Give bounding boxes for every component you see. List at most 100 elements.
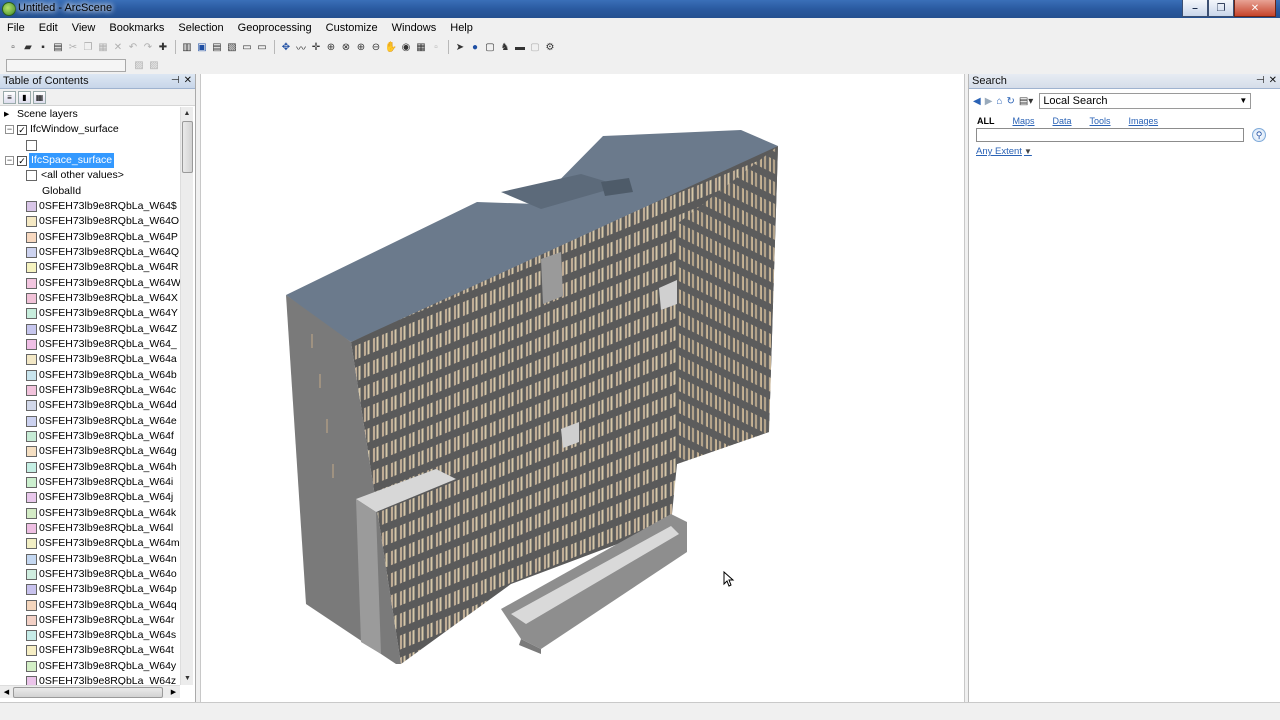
tab-tools[interactable]: Tools (1090, 116, 1111, 126)
set-observer-icon[interactable]: ⊗ (339, 40, 353, 54)
symbol-class-row[interactable]: 0SFEH73lb9e8RQbLa_W64n (0, 552, 180, 567)
symbol-swatch[interactable] (26, 522, 37, 534)
symbol-swatch[interactable] (26, 216, 37, 228)
copy-icon[interactable]: ❐ (81, 40, 95, 54)
symbol-swatch[interactable] (26, 200, 37, 212)
symbol-swatch[interactable] (26, 415, 37, 427)
menu-edit[interactable]: Edit (32, 19, 65, 38)
symbol-class-row[interactable]: 0SFEH73lb9e8RQbLa_W64q (0, 598, 180, 613)
forward-icon[interactable]: ▶ (985, 96, 993, 107)
symbol-class-row[interactable]: 0SFEH73lb9e8RQbLa_W64a (0, 352, 180, 367)
search-icon[interactable]: ⚲ (1252, 128, 1266, 142)
select-features-icon[interactable]: ▦ (414, 40, 428, 54)
save-icon[interactable]: ▪ (36, 40, 50, 54)
refresh-icon[interactable]: ↻ (1006, 96, 1014, 107)
close-button[interactable]: ✕ (1234, 0, 1276, 17)
symbol-class-row[interactable]: 0SFEH73lb9e8RQbLa_W64R (0, 260, 180, 275)
scene-properties-icon[interactable]: ⚙ (543, 40, 557, 54)
symbol-swatch[interactable] (26, 400, 37, 412)
symbol-swatch[interactable] (26, 676, 37, 685)
symbol-swatch[interactable] (26, 170, 37, 182)
pan-icon[interactable]: ✋ (384, 40, 398, 54)
symbol-class-row[interactable]: 0SFEH73lb9e8RQbLa_W64Q (0, 245, 180, 260)
symbol-swatch[interactable] (26, 660, 37, 672)
menu-bookmarks[interactable]: Bookmarks (102, 19, 171, 38)
symbol-class-row[interactable]: 0SFEH73lb9e8RQbLa_W64l (0, 521, 180, 536)
options-icon[interactable]: ▦ (33, 90, 46, 104)
scroll-thumb[interactable] (13, 687, 163, 698)
select-elements-icon[interactable]: ➤ (453, 40, 467, 54)
menu-geoprocessing[interactable]: Geoprocessing (231, 19, 319, 38)
symbol-swatch[interactable] (26, 476, 37, 488)
symbol-swatch[interactable] (26, 323, 37, 335)
symbol-class-row[interactable]: 0SFEH73lb9e8RQbLa_W64f (0, 429, 180, 444)
arcscene-app-icon[interactable] (2, 2, 16, 16)
pin-icon[interactable]: ⊣ (171, 75, 180, 86)
clear-selection-icon[interactable]: ▫ (429, 40, 443, 54)
symbol-class-row[interactable]: 0SFEH73lb9e8RQbLa_W64$ (0, 199, 180, 214)
symbol-swatch[interactable] (26, 614, 37, 626)
scroll-down-icon[interactable]: ▼ (181, 672, 194, 685)
symbol-swatch[interactable] (26, 277, 37, 289)
open-icon[interactable]: ▰ (21, 40, 35, 54)
animation-icon[interactable]: ▢ (528, 40, 542, 54)
symbol-class-row[interactable]: 0SFEH73lb9e8RQbLa_W64m (0, 536, 180, 551)
close-icon[interactable]: ✕ (184, 75, 192, 86)
symbol-swatch[interactable] (26, 507, 37, 519)
home-icon[interactable]: ⌂ (996, 96, 1002, 107)
symbol-class-row[interactable]: 0SFEH73lb9e8RQbLa_W64s (0, 628, 180, 643)
layer-visibility-checkbox[interactable]: ✓ (17, 155, 27, 166)
navigate-icon[interactable]: ✥ (279, 40, 293, 54)
list-by-drawing-order-icon[interactable]: ≡ (3, 90, 16, 104)
symbol-class-row[interactable]: 0SFEH73lb9e8RQbLa_W64_ (0, 337, 180, 352)
search-input[interactable] (976, 128, 1244, 142)
symbol-class-row[interactable]: 0SFEH73lb9e8RQbLa_W64O (0, 214, 180, 229)
symbol-class-row[interactable]: 0SFEH73lb9e8RQbLa_W64g (0, 444, 180, 459)
print-icon[interactable]: ▤ (51, 40, 65, 54)
symbol-swatch[interactable] (26, 139, 37, 151)
fly-icon[interactable]: 〰 (294, 40, 308, 55)
cut-icon[interactable]: ✂ (66, 40, 80, 54)
menu-file[interactable]: File (0, 19, 32, 38)
symbol-class-row[interactable]: 0SFEH73lb9e8RQbLa_W64y (0, 659, 180, 674)
scroll-up-icon[interactable]: ▲ (181, 107, 193, 120)
identify-icon[interactable]: ● (468, 40, 482, 54)
expand-icon[interactable]: − (5, 155, 14, 165)
zoom-in-icon[interactable]: ⊕ (354, 40, 368, 54)
symbol-swatch[interactable] (26, 354, 37, 366)
scene-layers-group[interactable]: ▸ Scene layers (0, 107, 180, 122)
symbol-class-row[interactable]: 0SFEH73lb9e8RQbLa_W64c (0, 383, 180, 398)
search-scope-select[interactable]: Local Search ▼ (1039, 93, 1252, 109)
expand-icon[interactable]: − (5, 125, 14, 135)
layer-symbol-row[interactable] (0, 138, 180, 153)
symbol-class-row[interactable]: 0SFEH73lb9e8RQbLa_W64Y (0, 306, 180, 321)
symbol-class-row[interactable]: 0SFEH73lb9e8RQbLa_W64h (0, 460, 180, 475)
zoom-to-target-icon[interactable]: ⊕ (324, 40, 338, 54)
symbol-swatch[interactable] (26, 384, 37, 396)
symbol-swatch[interactable] (26, 246, 37, 258)
back-icon[interactable]: ◀ (973, 96, 981, 107)
toc-horizontal-scrollbar[interactable]: ◀ ▶ (0, 685, 180, 698)
layer-visibility-checkbox[interactable]: ✓ (17, 125, 27, 136)
delete-icon[interactable]: ✕ (111, 40, 125, 54)
symbol-swatch[interactable] (26, 430, 37, 442)
symbol-swatch[interactable] (26, 369, 37, 381)
symbol-class-row[interactable]: 0SFEH73lb9e8RQbLa_W64Z (0, 322, 180, 337)
python-window-icon[interactable]: ▭ (240, 40, 254, 54)
close-icon[interactable]: ✕ (1269, 75, 1277, 86)
symbol-swatch[interactable] (26, 630, 37, 642)
options-icon[interactable]: ▤▾ (1019, 96, 1033, 107)
symbol-class-row[interactable]: 0SFEH73lb9e8RQbLa_W64o (0, 567, 180, 582)
symbol-class-row[interactable]: 0SFEH73lb9e8RQbLa_W64X (0, 291, 180, 306)
symbol-swatch[interactable] (26, 308, 37, 320)
scroll-thumb[interactable] (182, 121, 193, 173)
pin-icon[interactable]: ⊣ (1256, 75, 1265, 86)
menu-windows[interactable]: Windows (385, 19, 444, 38)
symbol-swatch[interactable] (26, 231, 37, 243)
symbol-swatch[interactable] (26, 492, 37, 504)
scene-view[interactable] (200, 74, 965, 702)
symbol-class-row[interactable]: 0SFEH73lb9e8RQbLa_W64r (0, 613, 180, 628)
symbol-class-row[interactable]: 0SFEH73lb9e8RQbLa_W64p (0, 582, 180, 597)
layer-row-ifcspace[interactable]: − ✓ IfcSpace_surface (0, 152, 180, 168)
symbol-swatch[interactable] (26, 584, 37, 596)
